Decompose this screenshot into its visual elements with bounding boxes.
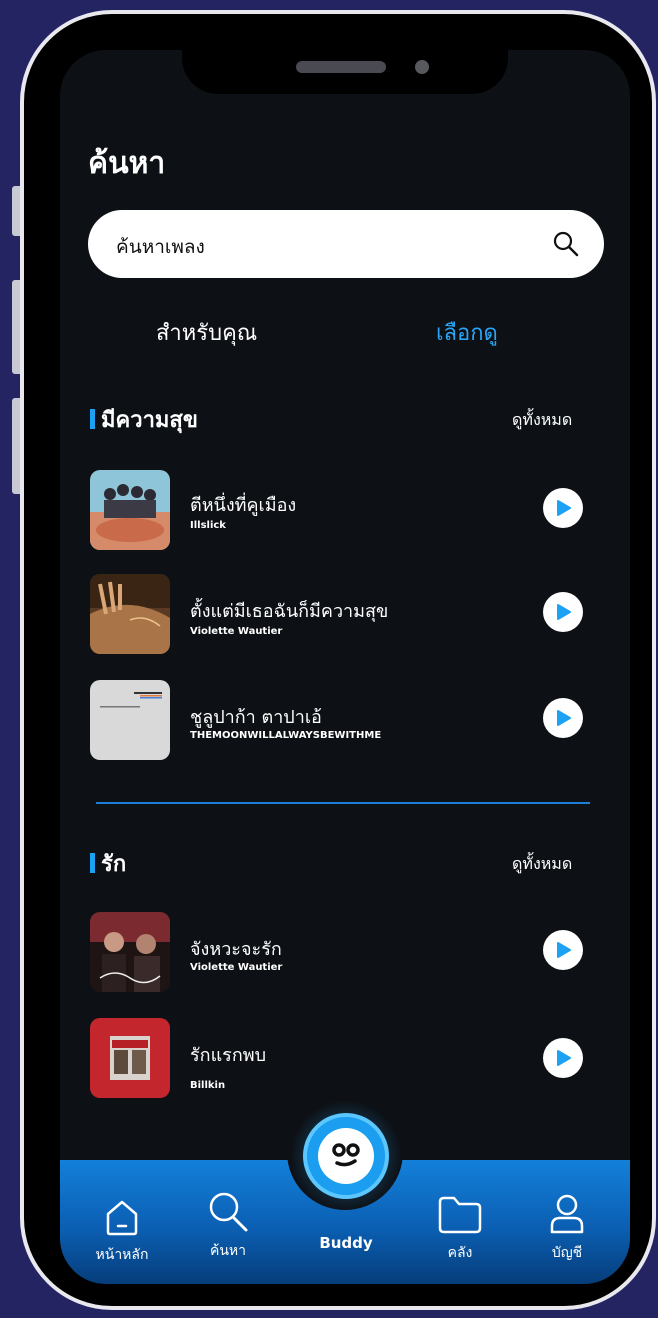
song-row[interactable]: ชูลูปาก้า ตาปาเอ้ THEMOONWILLALWAYSBEWIT… (90, 680, 590, 760)
search-placeholder: ค้นหาเพลง (116, 236, 205, 258)
nav-account[interactable]: บัญชี (537, 1192, 597, 1264)
nav-search[interactable]: ค้นหา (196, 1190, 260, 1262)
album-cover (90, 680, 170, 760)
section-divider (96, 802, 590, 804)
section-accent-bar (90, 409, 95, 429)
search-input[interactable]: ค้นหาเพลง (88, 210, 604, 278)
song-artist: Illslick (190, 520, 226, 531)
song-row[interactable]: รักแรกพบ Billkin (90, 1018, 590, 1098)
song-title: ชูลูปาก้า ตาปาเอ้ (190, 707, 322, 728)
play-icon (557, 604, 571, 620)
song-title: ตั้งแต่มีเธอฉันก็มีความสุข (190, 601, 389, 622)
page-title: ค้นหา (88, 146, 166, 181)
song-title: จังหวะจะรัก (190, 939, 282, 960)
tab-browse[interactable]: เลือกดู (436, 315, 498, 350)
see-all-link-happy[interactable]: ดูทั้งหมด (512, 408, 572, 433)
search-icon (209, 1192, 248, 1232)
user-icon (550, 1194, 584, 1234)
section-title-text: รัก (101, 852, 127, 877)
tab-for-you[interactable]: สำหรับคุณ (156, 315, 257, 350)
play-icon (557, 942, 571, 958)
nav-buddy[interactable]: Buddy (312, 1233, 380, 1252)
album-cover (90, 470, 170, 550)
play-button[interactable] (543, 698, 583, 738)
song-artist: Billkin (190, 1080, 226, 1091)
album-cover (90, 1018, 170, 1098)
speaker (296, 61, 386, 73)
buddy-button[interactable] (303, 1113, 389, 1199)
play-button[interactable] (543, 930, 583, 970)
section-title-happy: มีความสุข (90, 402, 198, 437)
play-icon (557, 1050, 571, 1066)
nav-search-label: ค้นหา (209, 1243, 247, 1259)
buddy-face-icon (318, 1128, 374, 1184)
see-all-link-love[interactable]: ดูทั้งหมด (512, 852, 572, 877)
home-icon (106, 1200, 138, 1236)
play-button[interactable] (543, 488, 583, 528)
song-artist: Violette Wautier (190, 626, 283, 637)
folder-icon (438, 1196, 482, 1234)
song-row[interactable]: ตีหนึ่งที่คูเมือง Illslick (90, 470, 590, 550)
nav-library-label: คลัง (447, 1245, 473, 1261)
nav-buddy-label: Buddy (319, 1234, 373, 1252)
song-artist: THEMOONWILLALWAYSBEWITHME (190, 730, 382, 741)
play-button[interactable] (543, 1038, 583, 1078)
nav-library[interactable]: คลัง (430, 1194, 490, 1264)
play-icon (557, 500, 571, 516)
album-cover (90, 574, 170, 654)
front-camera (415, 60, 429, 74)
song-artist: Violette Wautier (190, 962, 283, 973)
song-title: ตีหนึ่งที่คูเมือง (190, 495, 297, 516)
section-title-text: มีความสุข (101, 408, 198, 433)
song-row[interactable]: จังหวะจะรัก Violette Wautier (90, 912, 590, 992)
song-title: รักแรกพบ (190, 1045, 267, 1066)
nav-home-label: หน้าหลัก (95, 1247, 149, 1263)
section-accent-bar (90, 853, 95, 873)
nav-home[interactable]: หน้าหลัก (90, 1198, 154, 1266)
section-title-love: รัก (90, 846, 126, 881)
song-row[interactable]: ตั้งแต่มีเธอฉันก็มีความสุข Violette Waut… (90, 574, 590, 654)
play-button[interactable] (543, 592, 583, 632)
play-icon (557, 710, 571, 726)
nav-account-label: บัญชี (551, 1245, 583, 1261)
album-cover (90, 912, 170, 992)
search-icon[interactable] (552, 230, 580, 258)
